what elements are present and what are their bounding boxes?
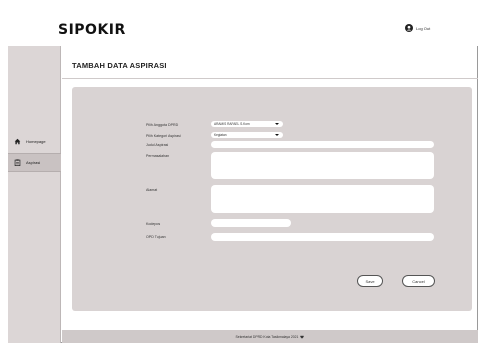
chevron-down-icon [275,122,279,125]
kategori-selected-value: Kegiatan [214,133,227,137]
footer-text: Sekretariat DPRD Kota Tasikmalaya 2021 [235,334,299,339]
alamat-label: Alamat [146,188,158,192]
opd-input[interactable] [211,233,434,241]
permasalahan-label: Permasalahan [146,154,170,158]
logout-button[interactable]: Log Out [405,24,430,32]
save-button[interactable]: Save [357,275,383,287]
kodepos-label: Kodepos [146,222,161,226]
judul-label: Judul Aspirasi [146,143,169,147]
clipboard-icon [14,159,21,166]
sidebar-item-label: Homepage [26,139,46,144]
home-icon [14,138,21,145]
sidebar-item-label: Aspirasi [26,160,41,165]
heart-icon [300,335,305,339]
footer: Sekretariat DPRD Kota Tasikmalaya 2021 [62,330,478,343]
anggota-selected-value: ARAMIS RAFAEL S.Kom [214,122,250,126]
logout-label: Log Out [416,25,431,31]
cancel-button[interactable]: Cancel [402,275,435,287]
kategori-label: Pilih Kategori Aspirasi [146,134,181,138]
alamat-textarea[interactable] [211,185,434,213]
sidebar: Homepage Aspirasi [8,46,61,343]
kodepos-input[interactable] [211,219,291,227]
kategori-select[interactable]: Kegiatan [211,132,283,138]
page-title: TAMBAH DATA ASPIRASI [72,61,167,70]
sidebar-item-homepage[interactable]: Homepage [8,132,61,151]
user-icon [405,24,413,32]
sidebar-item-aspirasi[interactable]: Aspirasi [8,153,61,172]
opd-label: OPD Tujuan [146,235,166,239]
permasalahan-textarea[interactable] [211,152,434,179]
app-logo-text: SIPOKIR [58,22,126,38]
anggota-label: Pilih Anggota DPRD [146,123,179,127]
divider [62,78,478,79]
judul-input[interactable] [211,141,434,148]
chevron-down-icon [275,133,279,136]
anggota-select[interactable]: ARAMIS RAFAEL S.Kom [211,121,283,127]
